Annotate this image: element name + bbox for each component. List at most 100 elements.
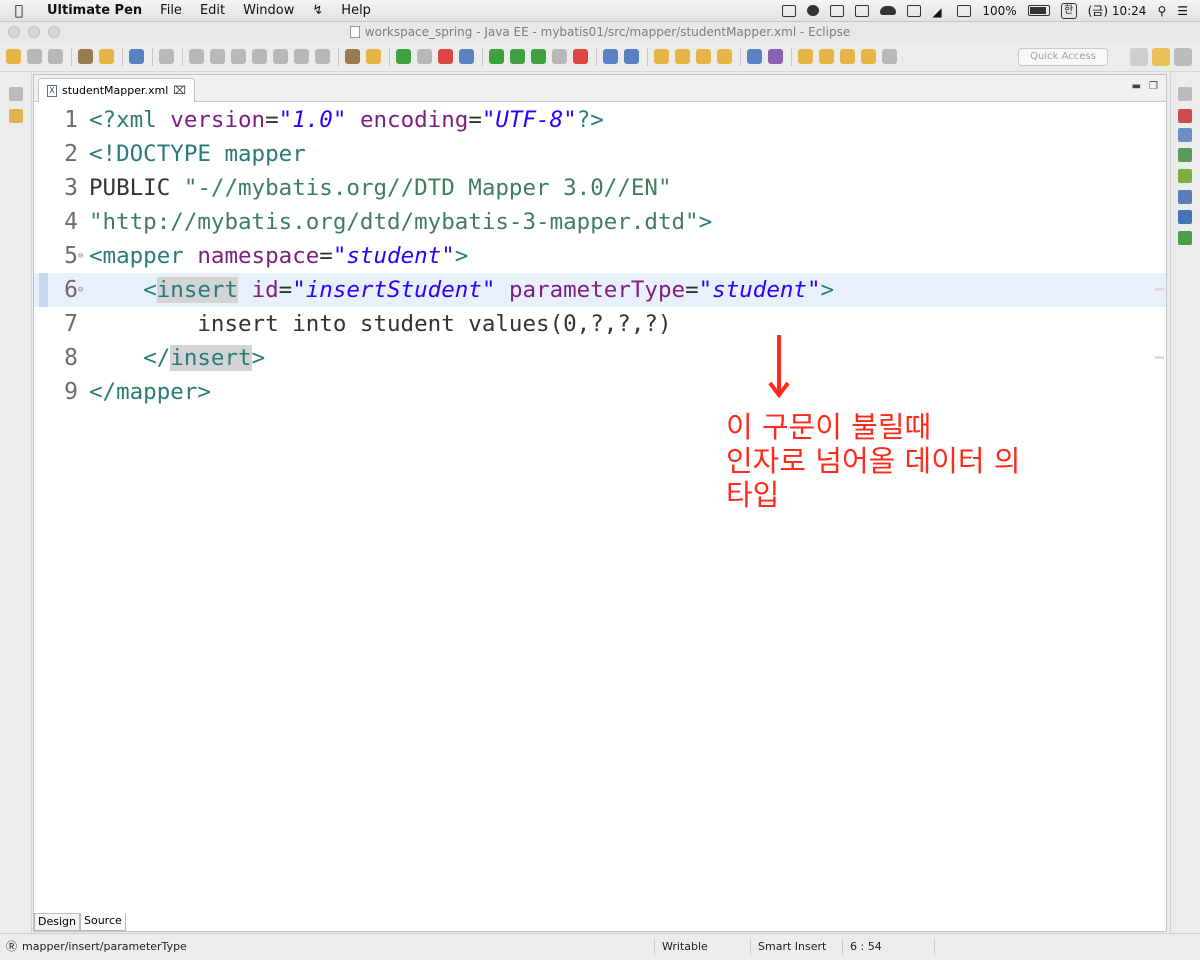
cloud-icon[interactable]: [880, 6, 897, 15]
prev-annotation-icon[interactable]: [819, 49, 834, 64]
annotation-icon[interactable]: [717, 49, 732, 64]
code-line[interactable]: 2 <!DOCTYPE mapper: [34, 137, 1166, 171]
console-view-icon[interactable]: [1178, 210, 1192, 224]
quick-access-input[interactable]: Quick Access: [1018, 48, 1108, 66]
progress-icon[interactable]: [1178, 231, 1192, 245]
tab-student-mapper[interactable]: X studentMapper.xml ⌧: [38, 78, 195, 102]
code-line[interactable]: 9 </mapper>: [34, 375, 1166, 409]
open-project-icon[interactable]: [675, 49, 690, 64]
code-line[interactable]: 6 ⊖ <insert id="insertStudent" parameterT…: [34, 273, 1166, 307]
open-perspective-icon[interactable]: [1130, 48, 1148, 66]
step-over-icon[interactable]: [294, 49, 309, 64]
spotlight-icon[interactable]: ⚲: [1157, 4, 1166, 18]
project-explorer-icon[interactable]: [9, 109, 23, 123]
code-line[interactable]: 1 <?xml version="1.0" encoding="UTF-8"?>: [34, 103, 1166, 137]
build-icon[interactable]: [345, 49, 360, 64]
fold-icon[interactable]: ⊖: [78, 273, 83, 307]
next-annotation-icon[interactable]: [798, 49, 813, 64]
close-tab-icon[interactable]: ⌧: [173, 80, 186, 102]
globe-icon[interactable]: [747, 49, 762, 64]
battery-icon[interactable]: [1027, 5, 1050, 16]
fold-icon[interactable]: ⊖: [78, 239, 83, 273]
restore-icon[interactable]: [9, 87, 23, 101]
coverage-icon[interactable]: [531, 49, 546, 64]
maximize-editor-icon[interactable]: ❐: [1149, 81, 1158, 92]
back-icon[interactable]: [861, 49, 876, 64]
disconnect-icon[interactable]: [252, 49, 267, 64]
airplay-icon[interactable]: [957, 4, 972, 17]
terminate-icon[interactable]: [231, 49, 246, 64]
overview-ruler-mark[interactable]: [1155, 288, 1164, 291]
tool-icon[interactable]: [366, 49, 381, 64]
step-into-icon[interactable]: [273, 49, 288, 64]
dropbox-icon[interactable]: [782, 4, 797, 17]
source-editor[interactable]: 9 </mapper> 8 </insert> 7 insert into stude…: [34, 103, 1166, 913]
data-source-icon[interactable]: [1178, 169, 1192, 183]
new-server-icon[interactable]: [603, 49, 618, 64]
debug-icon[interactable]: [489, 49, 504, 64]
status-info-icon: Ⓡ: [6, 940, 17, 953]
open-folder-icon[interactable]: [654, 49, 669, 64]
zoom-window-button[interactable]: [48, 26, 60, 38]
chat-icon[interactable]: [807, 5, 820, 16]
input-source[interactable]: 한: [1060, 2, 1077, 19]
git-perspective-icon[interactable]: [1174, 48, 1192, 66]
tab-source[interactable]: Source: [79, 913, 126, 931]
run-icon[interactable]: [510, 49, 525, 64]
tab-design[interactable]: Design: [34, 913, 80, 931]
menu-file[interactable]: File: [151, 0, 191, 22]
save-icon[interactable]: [27, 49, 42, 64]
code-line[interactable]: 4 "http://mybatis.org/dtd/mybatis-3-mappe…: [34, 205, 1166, 239]
wifi-icon[interactable]: ◢: [932, 5, 946, 19]
save-all-icon[interactable]: [48, 49, 63, 64]
code-line[interactable]: 5 ⊖ <mapper namespace="student">: [34, 239, 1166, 273]
outline-icon[interactable]: [1178, 128, 1192, 142]
command-icon[interactable]: [830, 4, 845, 17]
app-menu[interactable]: Ultimate Pen: [38, 0, 151, 22]
server-start-icon[interactable]: [396, 49, 411, 64]
suspend-icon[interactable]: [210, 49, 225, 64]
java-ee-perspective-icon[interactable]: [1152, 48, 1170, 66]
code-line[interactable]: 7 insert into student values(0,?,?,?): [34, 307, 1166, 341]
minimize-window-button[interactable]: [28, 26, 40, 38]
search-icon[interactable]: [768, 49, 783, 64]
publish-icon[interactable]: [459, 49, 474, 64]
edit-icon[interactable]: [696, 49, 711, 64]
new-icon[interactable]: [6, 49, 21, 64]
stop-icon[interactable]: [552, 49, 567, 64]
open-type-icon[interactable]: [99, 49, 114, 64]
snippets-icon[interactable]: [1178, 190, 1192, 204]
restore-right-icon[interactable]: [1178, 87, 1192, 101]
external-tools-icon[interactable]: [573, 49, 588, 64]
minimize-editor-icon[interactable]: ▬: [1132, 81, 1141, 92]
last-edit-icon[interactable]: [840, 49, 855, 64]
overview-ruler-mark[interactable]: [1155, 356, 1164, 359]
server-stop-icon[interactable]: [438, 49, 453, 64]
script-icon[interactable]: ↯: [303, 0, 332, 22]
tasks-icon[interactable]: [1178, 109, 1192, 123]
clock[interactable]: (금) 10:24: [1088, 2, 1147, 19]
code-line[interactable]: 3 PUBLIC "-//mybatis.org//DTD Mapper 3.0/…: [34, 171, 1166, 205]
resume-icon[interactable]: [189, 49, 204, 64]
d-icon[interactable]: [855, 4, 870, 17]
close-window-button[interactable]: [8, 26, 20, 38]
menu-edit[interactable]: Edit: [191, 0, 234, 22]
apple-icon[interactable]: : [0, 3, 38, 19]
menu-window[interactable]: Window: [234, 0, 303, 22]
console-icon[interactable]: [129, 49, 144, 64]
step-return-icon[interactable]: [315, 49, 330, 64]
document-icon: [349, 26, 360, 38]
forward-icon[interactable]: [882, 49, 897, 64]
status-tray: ◢ 100% 한 (금) 10:24 ⚲ ☰: [782, 2, 1200, 19]
square-icon[interactable]: [907, 4, 922, 17]
new-class-icon[interactable]: [624, 49, 639, 64]
servers-icon[interactable]: [1178, 148, 1192, 162]
code-token: >: [820, 277, 835, 303]
annotation-arrow: [768, 335, 790, 399]
skip-breakpoints-icon[interactable]: [159, 49, 174, 64]
notification-center-icon[interactable]: ☰: [1177, 4, 1188, 18]
toggle-icon[interactable]: [417, 49, 432, 64]
menu-help[interactable]: Help: [332, 0, 380, 22]
print-icon[interactable]: [78, 49, 93, 64]
code-line[interactable]: 8 </insert>: [34, 341, 1166, 375]
